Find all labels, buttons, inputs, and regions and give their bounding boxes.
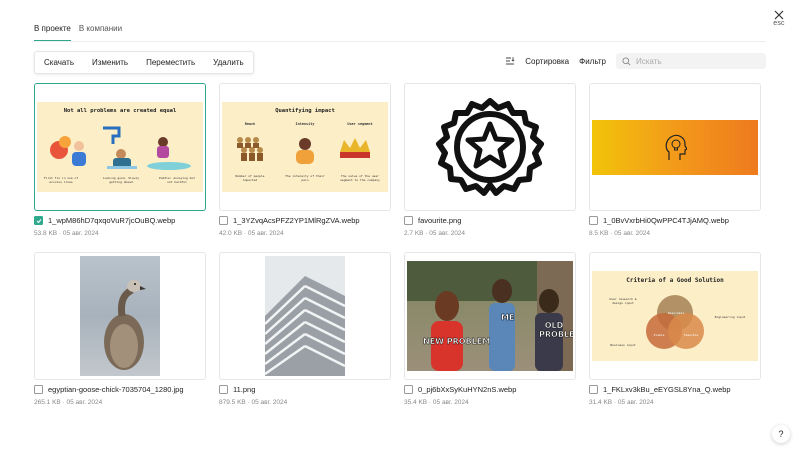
search-box <box>616 53 766 69</box>
select-checkbox[interactable] <box>219 216 228 225</box>
file-thumbnail <box>219 252 391 380</box>
search-input[interactable] <box>636 56 756 66</box>
meme-label-right: OLD PROBLEM <box>539 321 573 339</box>
tab-in-company[interactable]: В компании <box>79 24 122 42</box>
file-meta: 53.8 KB · 05 авг. 2024 <box>34 230 99 237</box>
file-name: 0_pj6bXxSyKuHYN2nS.webp <box>418 385 517 394</box>
search-icon <box>622 56 631 65</box>
tabs: В проекте В компании <box>34 24 122 42</box>
move-button[interactable]: Переместить <box>137 58 204 67</box>
select-checkbox[interactable] <box>404 216 413 225</box>
poster-problems-image: Not all problems are created equal First… <box>37 102 203 192</box>
file-card[interactable]: NEW PROBLEM ME OLD PROBLEM 0_pj6bXxSyKuH… <box>404 252 576 406</box>
poster-caption: Engineering input <box>714 315 746 319</box>
file-thumbnail: Not all problems are created equal First… <box>34 83 206 211</box>
toolbar: Сортировка Фильтр <box>505 53 766 69</box>
select-checkbox[interactable] <box>34 216 43 225</box>
file-card[interactable]: Not all problems are created equal First… <box>34 83 206 237</box>
file-thumbnail <box>34 252 206 380</box>
meme-image <box>407 261 573 371</box>
star-badge-icon <box>436 98 544 196</box>
file-meta: 8.5 KB · 05 авг. 2024 <box>589 230 651 237</box>
goose-chick-photo <box>80 256 160 376</box>
poster-caption: Looking good, Slowly getting ahead <box>102 176 140 184</box>
venn-label: Desirable <box>668 311 685 315</box>
file-name: 11.png <box>233 385 256 394</box>
tabs-divider <box>34 41 766 42</box>
esc-hint: esc <box>773 20 785 27</box>
head-lightbulb-icon <box>665 134 687 160</box>
file-name: favourite.png <box>418 216 462 225</box>
select-checkbox[interactable] <box>219 385 228 394</box>
venn-label: Viable <box>653 333 665 337</box>
poster-caption: First fix in one of ecculus lines <box>43 176 79 184</box>
file-name: 1_FKLxv3kBu_eEYGSL8Yna_Q.webp <box>603 385 731 394</box>
poster-caption: The intensity of their pain <box>285 174 325 182</box>
file-meta: 2.7 KB · 05 авг. 2024 <box>404 230 466 237</box>
poster-criteria-image: Criteria of a Good Solution Desirable Vi… <box>592 271 758 361</box>
delete-button[interactable]: Удалить <box>204 58 253 67</box>
file-grid: Not all problems are created equal First… <box>34 83 765 406</box>
tab-in-project[interactable]: В проекте <box>34 24 71 42</box>
poster-caption: The value of the user segment to the com… <box>340 174 380 182</box>
help-button[interactable]: ? <box>772 425 790 443</box>
file-meta: 265.1 KB · 05 авг. 2024 <box>34 399 103 406</box>
download-button[interactable]: Скачать <box>35 58 83 67</box>
file-card[interactable]: egyptian-goose-chick-7035704_1280.jpg 26… <box>34 252 206 406</box>
gradient-banner-image <box>592 119 758 175</box>
edit-button[interactable]: Изменить <box>83 58 137 67</box>
file-meta: 42.0 KB · 05 авг. 2024 <box>219 230 284 237</box>
file-name: egyptian-goose-chick-7035704_1280.jpg <box>48 385 184 394</box>
select-checkbox[interactable] <box>589 216 598 225</box>
check-icon <box>36 218 41 223</box>
poster-caption: Number of people impacted <box>235 174 265 182</box>
file-thumbnail <box>589 83 761 211</box>
selection-actions: Скачать Изменить Переместить Удалить <box>34 51 254 74</box>
file-name: 1_0BvVxrbHi0QwPPC4TJjAMQ.webp <box>603 216 729 225</box>
poster-impact-image: Quantifying impact Reach Intensity User … <box>222 102 388 192</box>
close-button[interactable]: esc <box>768 10 790 27</box>
building-photo <box>265 256 345 376</box>
file-card[interactable]: 11.png 879.5 KB · 05 авг. 2024 <box>219 252 391 406</box>
select-checkbox[interactable] <box>34 385 43 394</box>
venn-label: Feasible <box>683 333 699 337</box>
select-checkbox[interactable] <box>589 385 598 394</box>
file-card[interactable]: 1_0BvVxrbHi0QwPPC4TJjAMQ.webp 8.5 KB · 0… <box>589 83 761 237</box>
meme-photo: NEW PROBLEM ME OLD PROBLEM <box>407 261 573 371</box>
file-meta: 879.5 KB · 05 авг. 2024 <box>219 399 288 406</box>
filter-button[interactable]: Фильтр <box>579 57 606 66</box>
file-thumbnail: NEW PROBLEM ME OLD PROBLEM <box>404 252 576 380</box>
close-icon <box>774 10 784 20</box>
file-thumbnail: Quantifying impact Reach Intensity User … <box>219 83 391 211</box>
goose-chick-image <box>104 280 146 370</box>
file-card[interactable]: favourite.png 2.7 KB · 05 авг. 2024 <box>404 83 576 237</box>
file-name: 1_wpM86hD7qxqoVuR7jcOuBQ.webp <box>48 216 176 225</box>
meme-label-center: ME <box>501 313 515 322</box>
sort-icon[interactable] <box>505 56 515 66</box>
poster-caption: Puddle: Annoying but not harmful <box>158 176 196 184</box>
poster-caption: Business input <box>610 343 636 347</box>
building-image <box>265 276 345 376</box>
file-card[interactable]: Quantifying impact Reach Intensity User … <box>219 83 391 237</box>
file-meta: 35.4 KB · 05 авг. 2024 <box>404 399 469 406</box>
file-thumbnail: Criteria of a Good Solution Desirable Vi… <box>589 252 761 380</box>
sort-button[interactable]: Сортировка <box>525 57 569 66</box>
file-name: 1_3YZvqAcsPFZ2YP1MlRgZVA.webp <box>233 216 360 225</box>
file-card[interactable]: Criteria of a Good Solution Desirable Vi… <box>589 252 761 406</box>
file-meta: 31.4 KB · 05 авг. 2024 <box>589 399 654 406</box>
meme-label-left: NEW PROBLEM <box>423 337 491 346</box>
select-checkbox[interactable] <box>404 385 413 394</box>
poster-caption: User research & design input <box>609 297 637 305</box>
file-thumbnail <box>404 83 576 211</box>
